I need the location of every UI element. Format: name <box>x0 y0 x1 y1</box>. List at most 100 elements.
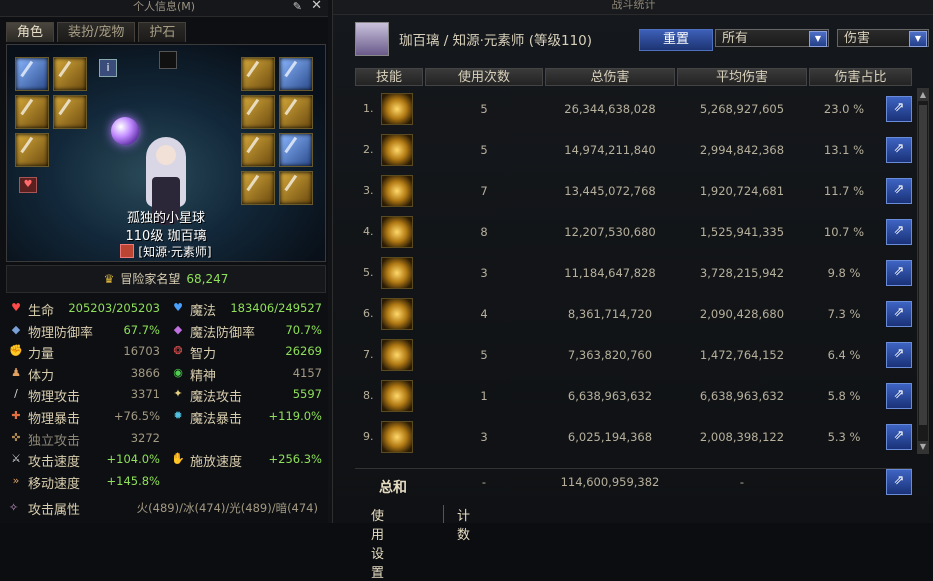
use-count: 3 <box>480 430 488 444</box>
stat-value: 4157 <box>292 365 322 380</box>
chevron-down-icon[interactable]: ▼ <box>809 31 827 47</box>
equip-slot-necklace[interactable] <box>279 57 313 91</box>
stat-value: 3866 <box>130 365 160 380</box>
damage-share: 23.0 % <box>823 102 865 116</box>
tab-character[interactable]: 角色 <box>6 22 55 42</box>
skill-icon[interactable] <box>381 216 413 248</box>
damage-share: 7.3 % <box>827 307 861 321</box>
equip-slot-weapon[interactable] <box>15 57 49 91</box>
equip-slot-top[interactable] <box>15 95 49 129</box>
col-header-damage-share[interactable]: 伤害占比 <box>809 68 912 86</box>
damage-share: 5.8 % <box>827 389 861 403</box>
tab-avatar-pet[interactable]: 装扮/宠物 <box>57 22 136 42</box>
equip-slot-bracelet[interactable] <box>241 57 275 91</box>
equip-slot-shoes[interactable] <box>279 171 313 205</box>
skill-icon[interactable] <box>381 175 413 207</box>
col-header-uses[interactable]: 使用次数 <box>425 68 543 86</box>
creature-slot[interactable] <box>159 51 177 69</box>
stat-label: 体力 <box>28 368 55 384</box>
col-header-avg-damage[interactable]: 平均伤害 <box>677 68 807 86</box>
job-badge-icon <box>120 244 135 258</box>
avg-damage: 6,638,963,632 <box>699 389 785 403</box>
reset-button[interactable]: 重置 <box>639 29 713 51</box>
stat-label: 施放速度 <box>190 455 243 471</box>
move-speed-icon: » <box>12 473 20 487</box>
stat-label: 独立攻击 <box>28 433 81 449</box>
share-icon[interactable]: ⇗ <box>886 301 912 327</box>
magic-crit-icon: ✹ <box>173 408 183 422</box>
job-text: [知源·元素师] <box>138 245 212 259</box>
stat-cell: ♥ 魔法 183406/249527 <box>168 300 326 319</box>
tab-usage-settings[interactable]: 使用设置 <box>371 505 384 581</box>
share-icon[interactable]: ⇗ <box>886 219 912 245</box>
stat-cell: ♥ 生命 205203/205203 <box>6 300 164 319</box>
attribute-icon: ✧ <box>9 501 19 514</box>
use-count: 7 <box>480 184 488 198</box>
table-row: 7. 5 7,363,820,760 1,472,764,152 6.4 % ⇗ <box>355 336 912 374</box>
scroll-up-icon[interactable]: ▲ <box>918 89 928 101</box>
equip-slot-pants[interactable] <box>241 171 275 205</box>
close-icon[interactable]: ✕ <box>311 0 322 13</box>
share-icon[interactable]: ⇗ <box>886 137 912 163</box>
stat-row: » 移动速度 +145.8% <box>6 470 324 492</box>
share-icon[interactable]: ⇗ <box>886 342 912 368</box>
stat-cell: ❂ 智力 26269 <box>168 343 326 362</box>
share-icon[interactable]: ⇗ <box>886 96 912 122</box>
pin-icon[interactable]: ✎ <box>293 0 302 14</box>
avg-damage: 2,994,842,368 <box>699 143 785 157</box>
equip-slot-magic-stone[interactable] <box>241 133 275 167</box>
skill-icon[interactable] <box>381 298 413 330</box>
stat-label: 物理攻击 <box>28 390 81 406</box>
tab-talisman[interactable]: 护石 <box>138 22 187 42</box>
col-header-skill[interactable]: 技能 <box>355 68 423 86</box>
stat-cell: ✜ 独立攻击 3272 <box>6 430 164 449</box>
table-scrollbar[interactable]: ▲ ▼ <box>917 88 929 454</box>
stat-label: 物理暴击 <box>28 411 81 427</box>
skill-icon[interactable] <box>381 134 413 166</box>
skill-icon[interactable] <box>381 93 413 125</box>
stat-value: +76.5% <box>113 408 160 423</box>
skill-icon[interactable] <box>381 339 413 371</box>
total-row: 总和 - 114,600,959,382 - ⇗ <box>355 468 912 499</box>
total-uses: - <box>481 475 487 489</box>
share-icon[interactable]: ⇗ <box>886 178 912 204</box>
share-icon[interactable]: ⇗ <box>886 260 912 286</box>
stat-value: 183406/249527 <box>230 301 322 315</box>
chevron-down-icon[interactable]: ▼ <box>909 31 927 47</box>
attack-speed-icon: ⚔ <box>11 452 21 466</box>
scroll-down-icon[interactable]: ▼ <box>918 441 928 453</box>
stat-row: ♥ 生命 205203/205203 ♥ 魔法 183406/249527 <box>6 297 324 319</box>
sword-icon: / <box>14 387 18 401</box>
character-job: [知源·元素师] <box>7 243 325 260</box>
equip-slot-shoulder[interactable] <box>53 95 87 129</box>
total-damage: 114,600,959,382 <box>560 475 660 489</box>
equip-slot-subequip[interactable] <box>279 95 313 129</box>
tab-count[interactable]: 计数 <box>457 505 470 543</box>
row-index: 9. <box>363 430 374 443</box>
total-damage: 8,361,714,720 <box>567 307 653 321</box>
character-tabs: 角色 装扮/宠物 护石 <box>6 22 187 42</box>
skill-icon[interactable] <box>381 421 413 453</box>
equip-slot-earring[interactable] <box>279 133 313 167</box>
skill-icon[interactable] <box>381 380 413 412</box>
share-icon[interactable]: ⇗ <box>886 383 912 409</box>
favorite-heart-icon[interactable]: ♥ <box>19 177 37 193</box>
col-header-total-damage[interactable]: 总伤害 <box>545 68 675 86</box>
target-filter-dropdown[interactable]: 所有 ▼ <box>715 29 829 47</box>
equip-slot-title[interactable] <box>53 57 87 91</box>
stat-value: +145.8% <box>106 473 161 488</box>
total-label: 总和 <box>379 480 407 496</box>
metric-filter-dropdown[interactable]: 伤害 ▼ <box>837 29 929 47</box>
use-count: 3 <box>480 266 488 280</box>
equip-slot-ring[interactable] <box>241 95 275 129</box>
share-icon[interactable]: ⇗ <box>886 424 912 450</box>
stat-value: 3371 <box>130 387 160 402</box>
equip-slot-belt[interactable] <box>15 133 49 167</box>
share-icon[interactable]: ⇗ <box>886 469 912 495</box>
stat-label: 魔法防御率 <box>190 325 256 341</box>
avg-damage: 1,920,724,681 <box>699 184 785 198</box>
scroll-thumb[interactable] <box>919 105 927 425</box>
info-icon[interactable]: i <box>99 59 117 77</box>
skill-icon[interactable] <box>381 257 413 289</box>
stat-cell: » 移动速度 +145.8% <box>6 473 164 492</box>
